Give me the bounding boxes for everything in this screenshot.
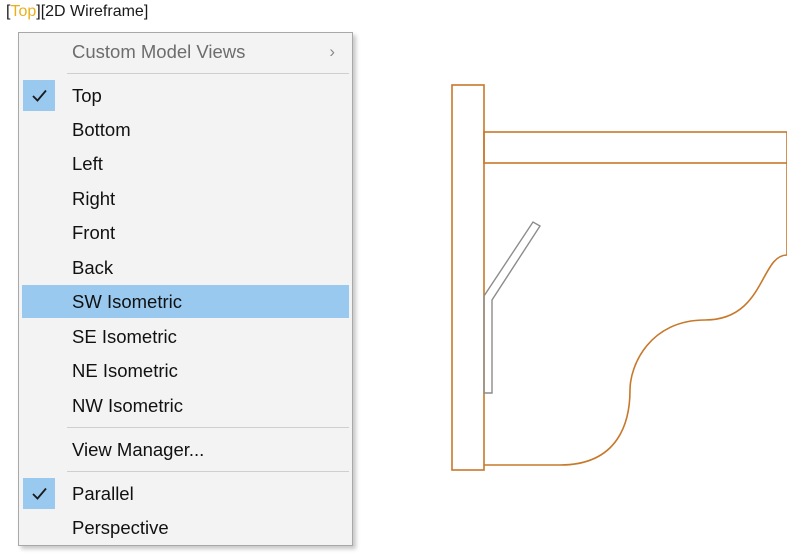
menu-item-label: Front: [72, 222, 116, 243]
menu-item-label: Left: [72, 153, 103, 174]
menu-item-custom-model-views[interactable]: Custom Model Views ›: [22, 35, 349, 68]
menu-item-label: Perspective: [72, 517, 169, 538]
menu-separator: [67, 427, 349, 428]
menu-item-label: Back: [72, 257, 114, 278]
menu-item-bottom[interactable]: Bottom: [22, 113, 349, 146]
menu-item-nw-isometric[interactable]: NW Isometric: [22, 389, 349, 422]
menu-item-label: SE Isometric: [72, 326, 177, 347]
menu-item-label: Right: [72, 188, 116, 209]
menu-item-se-isometric[interactable]: SE Isometric: [22, 320, 349, 353]
menu-item-label: Bottom: [72, 119, 131, 140]
menu-item-label: Top: [72, 85, 102, 106]
check-cell: [23, 478, 55, 509]
menu-item-sw-isometric[interactable]: SW Isometric: [22, 285, 349, 318]
view-context-menu: Custom Model Views › Top Bottom Left Rig…: [18, 32, 353, 546]
drawing-bracket-curve: [484, 163, 787, 466]
menu-item-right[interactable]: Right: [22, 182, 349, 215]
menu-item-label: NE Isometric: [72, 360, 178, 381]
menu-item-label: SW Isometric: [72, 291, 182, 312]
drawing-beam: [483, 131, 787, 164]
menu-item-label: Parallel: [72, 483, 134, 504]
menu-item-label: Custom Model Views: [72, 41, 246, 62]
menu-item-back[interactable]: Back: [22, 251, 349, 284]
menu-item-view-manager[interactable]: View Manager...: [22, 433, 349, 466]
chevron-right-icon: ›: [329, 42, 335, 61]
drawing-post: [451, 84, 485, 471]
menu-item-front[interactable]: Front: [22, 216, 349, 249]
menu-separator: [67, 73, 349, 74]
menu-item-left[interactable]: Left: [22, 147, 349, 180]
check-cell: [23, 80, 55, 111]
menu-item-perspective[interactable]: Perspective: [22, 511, 349, 544]
menu-item-label: View Manager...: [72, 439, 205, 460]
menu-item-ne-isometric[interactable]: NE Isometric: [22, 354, 349, 387]
checkmark-icon: [32, 487, 47, 500]
checkmark-icon: [32, 89, 47, 102]
menu-item-label: NW Isometric: [72, 395, 183, 416]
drawing-brace: [483, 221, 541, 394]
menu-separator: [67, 471, 349, 472]
menu-item-top[interactable]: Top: [22, 79, 349, 112]
menu-item-parallel[interactable]: Parallel: [22, 477, 349, 510]
